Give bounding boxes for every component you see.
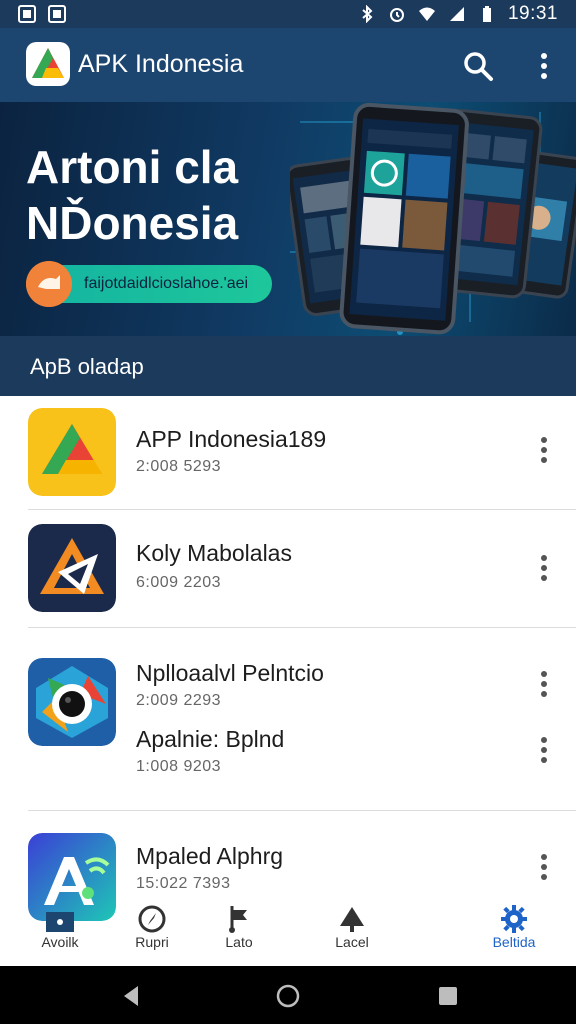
banner-title-line2: NĎonesia	[26, 197, 239, 249]
app-meta: 6:009 2203	[136, 574, 222, 591]
system-navigation-bar	[0, 966, 576, 1024]
list-item[interactable]: Koly Mabolalas 6:009 2203	[0, 510, 576, 628]
app-meta: 2:008 5293	[136, 458, 222, 475]
list-item[interactable]: Nplloaalvl Pelntcio 2:009 2293 Apalnie: …	[0, 628, 576, 810]
more-options-icon[interactable]	[530, 550, 558, 586]
back-icon[interactable]	[118, 982, 146, 1010]
compass-icon	[138, 905, 166, 933]
arrow-logo-app-icon	[28, 524, 116, 612]
bottom-navigation: Avoilk Rupri Lato Lacel Beltida	[0, 896, 576, 966]
battery-icon	[482, 6, 491, 22]
status-bar: 19:31	[0, 0, 576, 28]
notification-image-icon	[48, 5, 66, 23]
apk-indonesia-app-icon	[28, 408, 116, 496]
gear-icon	[501, 905, 527, 933]
banner-cta-text: faijotdaidlcioslahoe.'aei	[84, 275, 249, 292]
more-options-icon[interactable]	[530, 732, 558, 768]
section-title: ApB oladap	[30, 354, 144, 379]
nav-item-rupri[interactable]: Rupri	[112, 896, 192, 966]
alarm-icon	[389, 8, 404, 22]
app-meta: 1:008 9203	[136, 758, 222, 775]
app-name: Apalnie: Bplnd	[136, 726, 285, 752]
home-card-icon	[46, 912, 74, 932]
app-name: Mpaled Alphrg	[136, 843, 284, 869]
recents-icon[interactable]	[434, 982, 462, 1010]
app-logo-icon	[26, 42, 70, 86]
notification-icons	[18, 5, 66, 23]
cell-signal-icon	[449, 7, 464, 21]
app-bar: APK Indonesia	[0, 28, 576, 102]
list-item[interactable]: Mpaled Alphrg 15:022 7393	[0, 811, 576, 921]
section-header: ApB oladap	[0, 336, 576, 396]
nav-label: Avoilk	[41, 934, 79, 950]
nav-label: Beltida	[492, 934, 536, 950]
nav-label: Lacel	[335, 934, 369, 950]
app-name: Koly Mabolalas	[136, 540, 292, 566]
more-options-icon[interactable]	[530, 849, 558, 885]
nav-item-avoilk[interactable]: Avoilk	[20, 896, 100, 966]
banner-cta-pill[interactable]: faijotdaidlcioslahoe.'aei	[26, 261, 272, 307]
nav-item-lato[interactable]: Lato	[199, 896, 279, 966]
home-icon[interactable]	[274, 982, 302, 1010]
more-options-icon[interactable]	[530, 432, 558, 468]
tree-icon	[340, 907, 364, 932]
app-name: APP Indonesia189	[136, 426, 327, 452]
wifi-icon	[418, 7, 435, 21]
flag-icon	[229, 906, 247, 933]
promo-banner[interactable]: Artoni cla NĎonesia faijotdaidlcioslahoe…	[0, 102, 576, 336]
nav-label: Rupri	[135, 934, 169, 950]
more-options-icon[interactable]	[530, 666, 558, 702]
overflow-menu-icon[interactable]	[530, 48, 558, 84]
nav-item-beltida[interactable]: Beltida	[474, 896, 554, 966]
search-icon[interactable]	[462, 50, 494, 82]
bluetooth-icon	[362, 5, 373, 23]
app-title: APK Indonesia	[78, 50, 244, 78]
notification-app-icon	[18, 5, 36, 23]
nav-label: Lato	[225, 934, 253, 950]
app-name: Nplloaalvl Pelntcio	[136, 660, 324, 686]
orange-badge-icon	[26, 261, 72, 307]
banner-title-line1: Artoni cla	[26, 141, 239, 193]
phones-illustration	[290, 102, 576, 335]
app-meta: 15:022 7393	[136, 875, 231, 892]
nav-item-lacel[interactable]: Lacel	[312, 896, 392, 966]
camera-lens-app-icon	[28, 658, 116, 746]
clock: 19:31	[507, 3, 558, 24]
app-meta: 2:009 2293	[136, 692, 222, 709]
list-item[interactable]: APP Indonesia189 2:008 5293	[0, 396, 576, 510]
